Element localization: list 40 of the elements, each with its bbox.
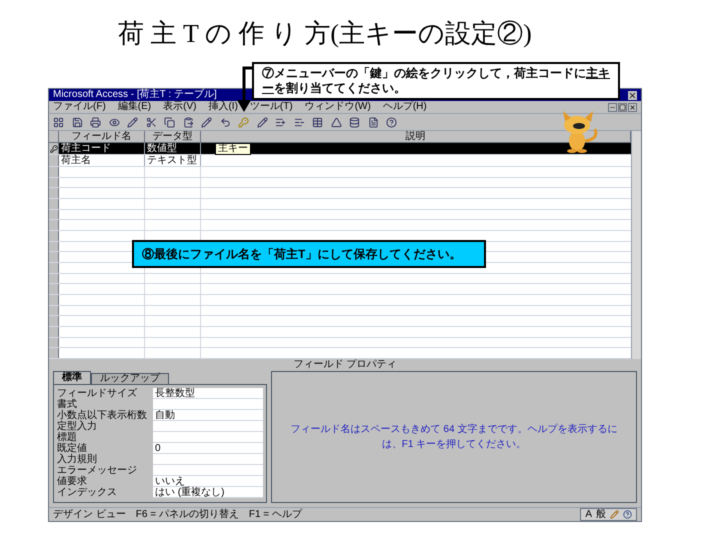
property-label: 値要求 [57, 476, 88, 487]
menu-item[interactable]: 編集(E) [118, 102, 152, 112]
property-label: 既定値 [57, 443, 88, 454]
section-title: フィールド プロパティ [292, 359, 398, 371]
property-field[interactable]: いいえ [153, 476, 263, 487]
ime-button[interactable]: 般 [596, 510, 606, 520]
table-cell: 荷主コード [59, 143, 145, 154]
menu-item[interactable]: 挿入(I) [208, 102, 238, 112]
column-header: データ型 [145, 131, 201, 142]
column-header: フィールド名 [59, 131, 145, 142]
property-label: フィールドサイズ [57, 388, 138, 399]
property-field[interactable]: 自動 [153, 410, 263, 421]
tab[interactable]: ルックアップ [91, 373, 169, 384]
property-label: 定型入力 [57, 421, 98, 432]
callout-text: ⑦メニューバーの「鍵」の絵をクリックして，荷主コードに主キーを割り当ててください。 [262, 66, 610, 95]
menu-item[interactable]: ツール(T) [250, 102, 293, 112]
menu-item[interactable]: 表示(V) [163, 102, 196, 112]
property-field[interactable]: 0 [153, 443, 263, 454]
property-label: 小数点以下表示桁数 [57, 410, 148, 421]
property-label: 標題 [57, 432, 77, 443]
table-cell: テキスト型 [145, 155, 201, 166]
property-field[interactable]: はい (重複なし) [153, 487, 263, 498]
tab[interactable]: 標準 [53, 371, 91, 384]
menu-item[interactable]: ファイル(F) [53, 102, 106, 112]
property-label: インデックス [57, 487, 118, 498]
table-cell: 荷主名 [59, 155, 145, 166]
property-label: 入力規則 [57, 454, 98, 465]
callout-text: ⑧最後にファイル名を「荷主T」にして保存してください。 [132, 240, 486, 268]
property-label: エラーメッセージ [57, 465, 138, 476]
menu-item[interactable]: ヘルプ(H) [382, 102, 427, 112]
table-row[interactable]: 荷主名 テキスト型 [49, 155, 631, 167]
status-text: デザイン ビュー F6 = パネルの切り替え F1 = ヘルプ [53, 510, 302, 520]
property-label: 書式 [57, 399, 78, 410]
slide-title: 荷 主 T の 作 り 方(主キーの設定②) [118, 18, 532, 50]
table-cell: 数値型 [145, 143, 201, 154]
window-title: Microsoft Access - [荷主T : テーブル] [53, 90, 217, 100]
help-text: フィールド名はスペースもきめて 64 文字までです。ヘルプを表示するには、F1 キーを押してください。 [290, 422, 618, 452]
menu-item[interactable]: ウィンドウ(W) [304, 102, 371, 112]
ime-button[interactable]: A [585, 510, 592, 520]
property-field[interactable]: 長整数型 [153, 388, 263, 399]
